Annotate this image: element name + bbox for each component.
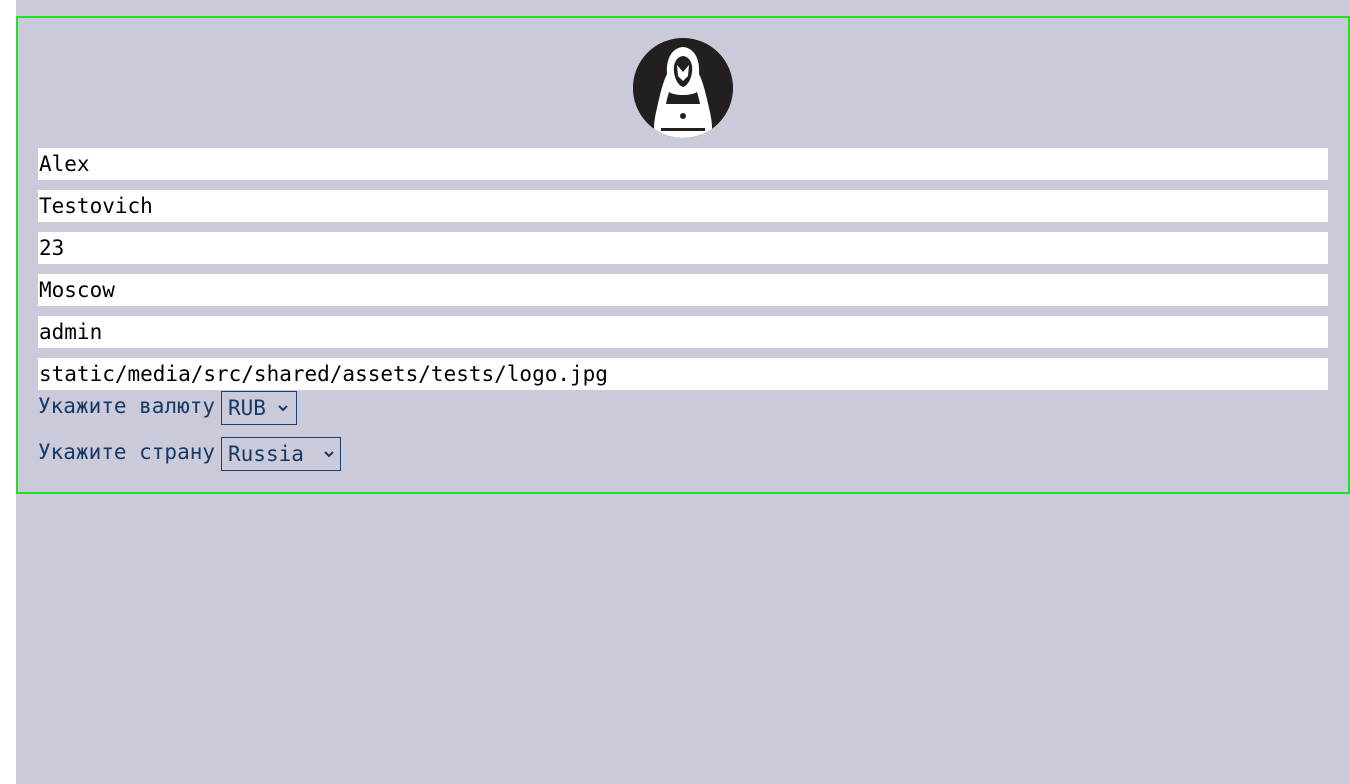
avatar xyxy=(633,38,733,138)
chevron-down-icon xyxy=(324,451,334,458)
username-field[interactable]: admin xyxy=(38,316,1328,348)
country-label: Укажите страну xyxy=(38,440,216,464)
first-name-field[interactable]: Alex xyxy=(38,148,1328,180)
chevron-down-icon xyxy=(278,405,288,412)
city-field[interactable]: Moscow xyxy=(38,274,1328,306)
currency-selected-value: RUB xyxy=(228,396,266,420)
avatar-url-field[interactable]: static/media/src/shared/assets/tests/log… xyxy=(38,358,1328,390)
last-name-field[interactable]: Testovich xyxy=(38,190,1328,222)
currency-select[interactable]: RUB xyxy=(221,391,297,425)
country-select[interactable]: Russia xyxy=(221,437,341,471)
profile-card: Alex Testovich 23 Moscow admin static/me… xyxy=(16,16,1350,494)
age-field[interactable]: 23 xyxy=(38,232,1328,264)
currency-select-row: Укажите валюту RUB xyxy=(38,390,297,426)
hacker-avatar-icon xyxy=(633,38,733,138)
country-selected-value: Russia xyxy=(228,442,304,466)
currency-label: Укажите валюту xyxy=(38,394,216,418)
country-select-row: Укажите страну Russia xyxy=(38,436,341,472)
